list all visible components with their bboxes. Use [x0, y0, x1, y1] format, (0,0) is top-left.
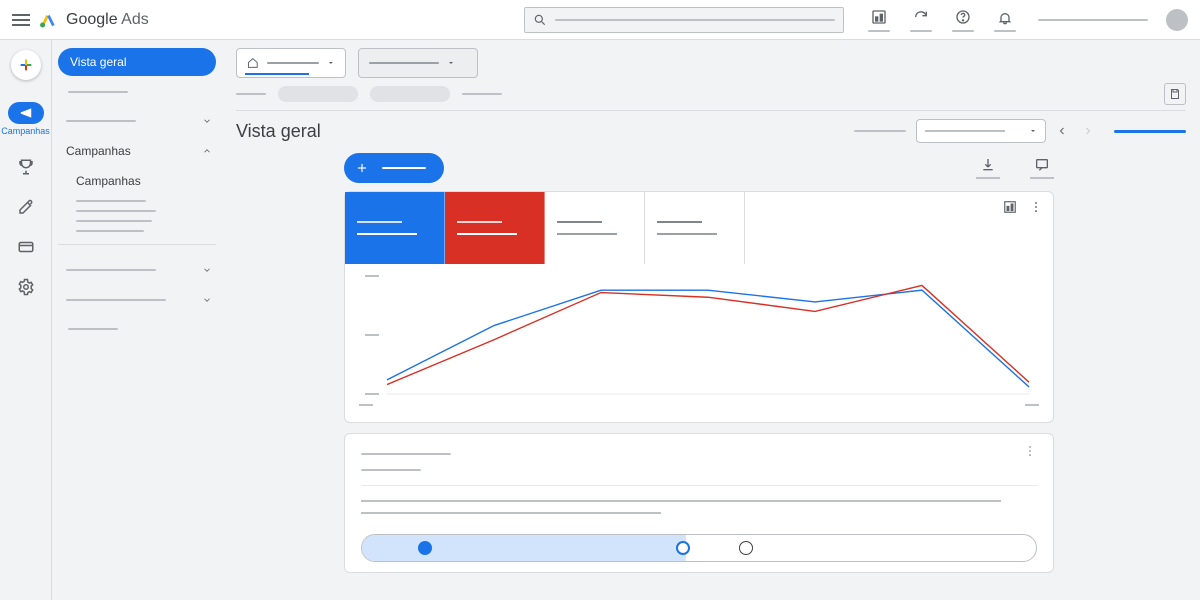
- feedback-icon: [1034, 157, 1050, 173]
- metric-tile-1[interactable]: [345, 192, 445, 264]
- card-subheading: [361, 469, 421, 471]
- step-1-dot: [418, 541, 432, 555]
- rail-billing[interactable]: [5, 238, 47, 256]
- user-avatar[interactable]: [1166, 9, 1188, 31]
- rail-campaigns[interactable]: Campanhas: [5, 102, 47, 136]
- caret-down-icon: [327, 59, 335, 67]
- product-name: Google Ads: [66, 11, 149, 29]
- nav-item[interactable]: [76, 200, 146, 202]
- chevron-down-icon: [202, 116, 212, 126]
- filters-row: [236, 84, 1186, 104]
- active-tab-indicator: [1114, 130, 1186, 133]
- side-panel: Vista geral Campanhas Campanhas: [52, 40, 222, 600]
- reports-icon[interactable]: [870, 8, 888, 26]
- nav-item[interactable]: [58, 80, 216, 104]
- nav-rail: Campanhas: [0, 40, 52, 600]
- header-tools: [868, 8, 1016, 32]
- download-button[interactable]: [976, 157, 1000, 179]
- search-box[interactable]: [524, 7, 844, 33]
- toolbar: [344, 153, 1054, 183]
- nav-campaigns-item[interactable]: Campanhas: [58, 168, 216, 194]
- divider: [58, 244, 216, 245]
- campaign-selector[interactable]: [358, 48, 478, 78]
- rail-goals[interactable]: [5, 158, 47, 176]
- metric-tile-2[interactable]: [445, 192, 545, 264]
- google-ads-logo-icon: [38, 10, 58, 30]
- date-range-selector[interactable]: [916, 119, 1046, 143]
- metric-tile-3[interactable]: [545, 192, 645, 264]
- caret-down-icon: [447, 59, 455, 67]
- chevron-right-icon[interactable]: [1082, 125, 1094, 137]
- account-selector[interactable]: [236, 48, 346, 78]
- new-campaign-button[interactable]: [344, 153, 444, 183]
- scope-selectors: [236, 48, 1186, 78]
- nav-overview[interactable]: Vista geral: [58, 48, 216, 76]
- download-icon: [980, 157, 996, 173]
- page-title: Vista geral: [236, 121, 321, 142]
- plus-icon: [355, 161, 369, 175]
- filter-chip[interactable]: [370, 86, 450, 102]
- nav-item[interactable]: [76, 210, 156, 212]
- save-filters-icon[interactable]: [1164, 83, 1186, 105]
- feedback-button[interactable]: [1030, 157, 1054, 179]
- refresh-icon[interactable]: [912, 8, 930, 26]
- text-line: [361, 500, 1001, 502]
- step-3-dot: [739, 541, 753, 555]
- nav-campaigns-group[interactable]: Campanhas: [58, 138, 216, 164]
- add-filter[interactable]: [462, 93, 502, 95]
- menu-icon[interactable]: [12, 14, 30, 26]
- chevron-down-icon: [202, 265, 212, 275]
- nav-item[interactable]: [58, 317, 216, 341]
- create-fab[interactable]: [11, 50, 41, 80]
- caret-down-icon: [1029, 127, 1037, 135]
- nav-group-collapsible[interactable]: [58, 108, 216, 134]
- search-placeholder: [555, 19, 835, 21]
- notifications-icon[interactable]: [996, 8, 1014, 26]
- filter-label: [236, 93, 266, 95]
- main-content: Vista geral: [222, 40, 1200, 600]
- nav-item[interactable]: [76, 230, 144, 232]
- more-icon[interactable]: [1029, 200, 1043, 214]
- nav-group-collapsible[interactable]: [58, 257, 216, 283]
- rail-tools[interactable]: [5, 198, 47, 216]
- progress-stepper[interactable]: [361, 534, 1037, 562]
- recommendations-card: [344, 433, 1054, 573]
- more-icon[interactable]: [1023, 444, 1037, 463]
- chevron-up-icon: [202, 146, 212, 156]
- account-name-placeholder: [1038, 19, 1148, 21]
- app-header: Google Ads: [0, 0, 1200, 40]
- date-pager: [1056, 125, 1094, 137]
- chevron-down-icon: [202, 295, 212, 305]
- help-icon[interactable]: [954, 8, 972, 26]
- rail-settings[interactable]: [5, 278, 47, 296]
- expand-chart-icon[interactable]: [1003, 200, 1017, 214]
- performance-chart-card: [344, 191, 1054, 423]
- chevron-left-icon[interactable]: [1056, 125, 1068, 137]
- nav-group-collapsible[interactable]: [58, 287, 216, 313]
- nav-item[interactable]: [76, 220, 152, 222]
- metric-tile-4[interactable]: [645, 192, 745, 264]
- line-chart: [345, 264, 1053, 404]
- chart-x-axis: [345, 404, 1053, 422]
- text-line: [361, 512, 661, 514]
- filter-chip[interactable]: [278, 86, 358, 102]
- compare-label: [854, 130, 906, 132]
- card-heading: [361, 453, 451, 455]
- step-2-dot: [676, 541, 690, 555]
- metric-tiles: [345, 192, 1053, 264]
- home-icon: [247, 57, 259, 69]
- search-icon: [533, 13, 547, 27]
